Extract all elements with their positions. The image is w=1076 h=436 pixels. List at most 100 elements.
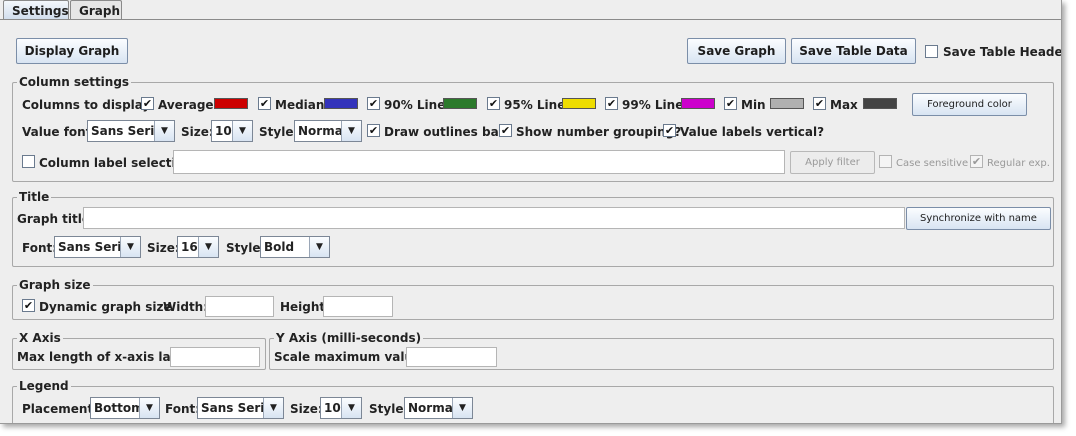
tab-graph[interactable]: Graph bbox=[70, 0, 122, 20]
foreground-color-button[interactable]: Foreground color bbox=[912, 93, 1027, 116]
chevron-down-icon: ▼ bbox=[341, 121, 361, 141]
chevron-down-icon: ▼ bbox=[263, 398, 283, 418]
title-size-label: Size: bbox=[147, 241, 180, 255]
tab-settings[interactable]: Settings bbox=[3, 0, 69, 20]
legend-size-select[interactable]: 10 ▼ bbox=[320, 397, 362, 419]
regular-exp-label: Regular exp. bbox=[987, 158, 1050, 169]
value-style-select[interactable]: Normal ▼ bbox=[294, 120, 362, 142]
graph-size-title: Graph size bbox=[17, 278, 93, 292]
apply-filter-button[interactable]: Apply filter bbox=[790, 151, 875, 174]
title-style-value: Bold bbox=[264, 240, 295, 254]
value-size-value: 10 bbox=[215, 124, 232, 138]
tab-divider bbox=[0, 19, 1061, 20]
y-axis-title: Y Axis (milli-seconds) bbox=[274, 331, 424, 345]
min-color-swatch[interactable] bbox=[770, 98, 804, 109]
average-label: Average bbox=[158, 98, 214, 112]
graph-title-input[interactable] bbox=[83, 207, 905, 229]
save-table-header-label: Save Table Header bbox=[943, 45, 1062, 59]
99-line-color-swatch[interactable] bbox=[681, 98, 715, 109]
95-line-color-swatch[interactable] bbox=[562, 98, 596, 109]
max-label: Max bbox=[830, 98, 858, 112]
case-sensitive-checkbox[interactable] bbox=[879, 155, 892, 168]
max-color-swatch[interactable] bbox=[863, 98, 897, 109]
title-style-select[interactable]: Bold ▼ bbox=[260, 236, 330, 258]
placement-select[interactable]: Bottom ▼ bbox=[90, 397, 160, 419]
save-table-header-checkbox[interactable] bbox=[925, 45, 938, 58]
value-size-label: Size: bbox=[181, 125, 214, 139]
scale-maximum-input[interactable] bbox=[406, 347, 497, 367]
99-line-label: 99% Line bbox=[622, 98, 684, 112]
legend-size-label: Size: bbox=[290, 402, 323, 416]
chevron-down-icon: ▼ bbox=[139, 398, 159, 418]
synchronize-with-name-button[interactable]: Synchronize with name bbox=[906, 207, 1051, 230]
min-checkbox[interactable]: ✔ bbox=[724, 97, 737, 110]
height-input[interactable] bbox=[323, 296, 393, 317]
average-color-swatch[interactable] bbox=[214, 98, 248, 109]
legend-style-value: Normal bbox=[408, 401, 457, 415]
chevron-down-icon: ▼ bbox=[309, 237, 329, 257]
median-checkbox[interactable]: ✔ bbox=[258, 97, 271, 110]
legend-style-select[interactable]: Normal ▼ bbox=[404, 397, 473, 419]
value-font-label: Value font: bbox=[22, 125, 97, 139]
max-checkbox[interactable]: ✔ bbox=[813, 97, 826, 110]
chevron-down-icon: ▼ bbox=[154, 121, 174, 141]
case-sensitive-label: Case sensitive bbox=[896, 158, 969, 169]
chevron-down-icon: ▼ bbox=[198, 237, 218, 257]
value-font-select[interactable]: Sans Serif ▼ bbox=[87, 120, 175, 142]
number-grouping-label: Show number grouping? bbox=[516, 125, 682, 139]
title-font-select[interactable]: Sans Serif ▼ bbox=[54, 236, 141, 258]
legend-font-value: Sans Serif bbox=[201, 401, 270, 415]
title-size-value: 16 bbox=[181, 240, 198, 254]
value-size-select[interactable]: 10 ▼ bbox=[211, 120, 253, 142]
save-graph-button[interactable]: Save Graph bbox=[687, 38, 786, 64]
placement-value: Bottom bbox=[94, 401, 144, 415]
min-label: Min bbox=[741, 98, 766, 112]
95-line-label: 95% Line bbox=[504, 98, 566, 112]
settings-window: Settings Graph Display Graph Save Graph … bbox=[0, 0, 1062, 424]
value-style-label: Style: bbox=[259, 125, 299, 139]
dynamic-graph-size-checkbox[interactable]: ✔ bbox=[22, 299, 35, 312]
column-label-selection-input[interactable] bbox=[173, 150, 785, 174]
median-label: Median bbox=[275, 98, 325, 112]
title-font-label: Font: bbox=[22, 241, 58, 255]
dynamic-graph-size-label: Dynamic graph size bbox=[39, 300, 172, 314]
legend-title: Legend bbox=[17, 379, 71, 393]
column-settings-title: Column settings bbox=[17, 75, 132, 89]
value-style-value: Normal bbox=[298, 124, 347, 138]
title-size-select[interactable]: 16 ▼ bbox=[177, 236, 219, 258]
chevron-down-icon: ▼ bbox=[232, 121, 252, 141]
scale-maximum-label: Scale maximum value: bbox=[274, 350, 426, 364]
draw-outlines-checkbox[interactable]: ✔ bbox=[367, 124, 380, 137]
90-line-label: 90% Line bbox=[384, 98, 446, 112]
value-font-value: Sans Serif bbox=[91, 124, 160, 138]
labels-vertical-checkbox[interactable]: ✔ bbox=[663, 124, 676, 137]
number-grouping-checkbox[interactable]: ✔ bbox=[499, 124, 512, 137]
legend-font-label: Font: bbox=[165, 402, 201, 416]
legend-size-value: 10 bbox=[324, 401, 341, 415]
legend-font-select[interactable]: Sans Serif ▼ bbox=[197, 397, 284, 419]
90-line-color-swatch[interactable] bbox=[443, 98, 477, 109]
average-checkbox[interactable]: ✔ bbox=[141, 97, 154, 110]
chevron-down-icon: ▼ bbox=[341, 398, 361, 418]
column-label-selection-checkbox[interactable] bbox=[22, 155, 35, 168]
draw-outlines-label: Draw outlines bar? bbox=[384, 125, 512, 139]
regular-exp-checkbox[interactable]: ✔ bbox=[970, 155, 983, 168]
title-font-value: Sans Serif bbox=[58, 240, 127, 254]
width-label: Width: bbox=[163, 300, 209, 314]
width-input[interactable] bbox=[205, 296, 274, 317]
95-line-checkbox[interactable]: ✔ bbox=[487, 97, 500, 110]
title-group-title: Title bbox=[17, 190, 52, 204]
99-line-checkbox[interactable]: ✔ bbox=[605, 97, 618, 110]
columns-to-display-label: Columns to display: bbox=[22, 98, 156, 112]
labels-vertical-label: Value labels vertical? bbox=[680, 125, 825, 139]
chevron-down-icon: ▼ bbox=[452, 398, 472, 418]
90-line-checkbox[interactable]: ✔ bbox=[367, 97, 380, 110]
save-table-data-button[interactable]: Save Table Data bbox=[791, 38, 916, 64]
legend-style-label: Style: bbox=[369, 402, 409, 416]
median-color-swatch[interactable] bbox=[324, 98, 358, 109]
x-axis-title: X Axis bbox=[17, 331, 63, 345]
placement-label: Placement: bbox=[22, 402, 98, 416]
max-length-input[interactable] bbox=[170, 347, 260, 367]
chevron-down-icon: ▼ bbox=[120, 237, 140, 257]
display-graph-button[interactable]: Display Graph bbox=[16, 38, 128, 64]
